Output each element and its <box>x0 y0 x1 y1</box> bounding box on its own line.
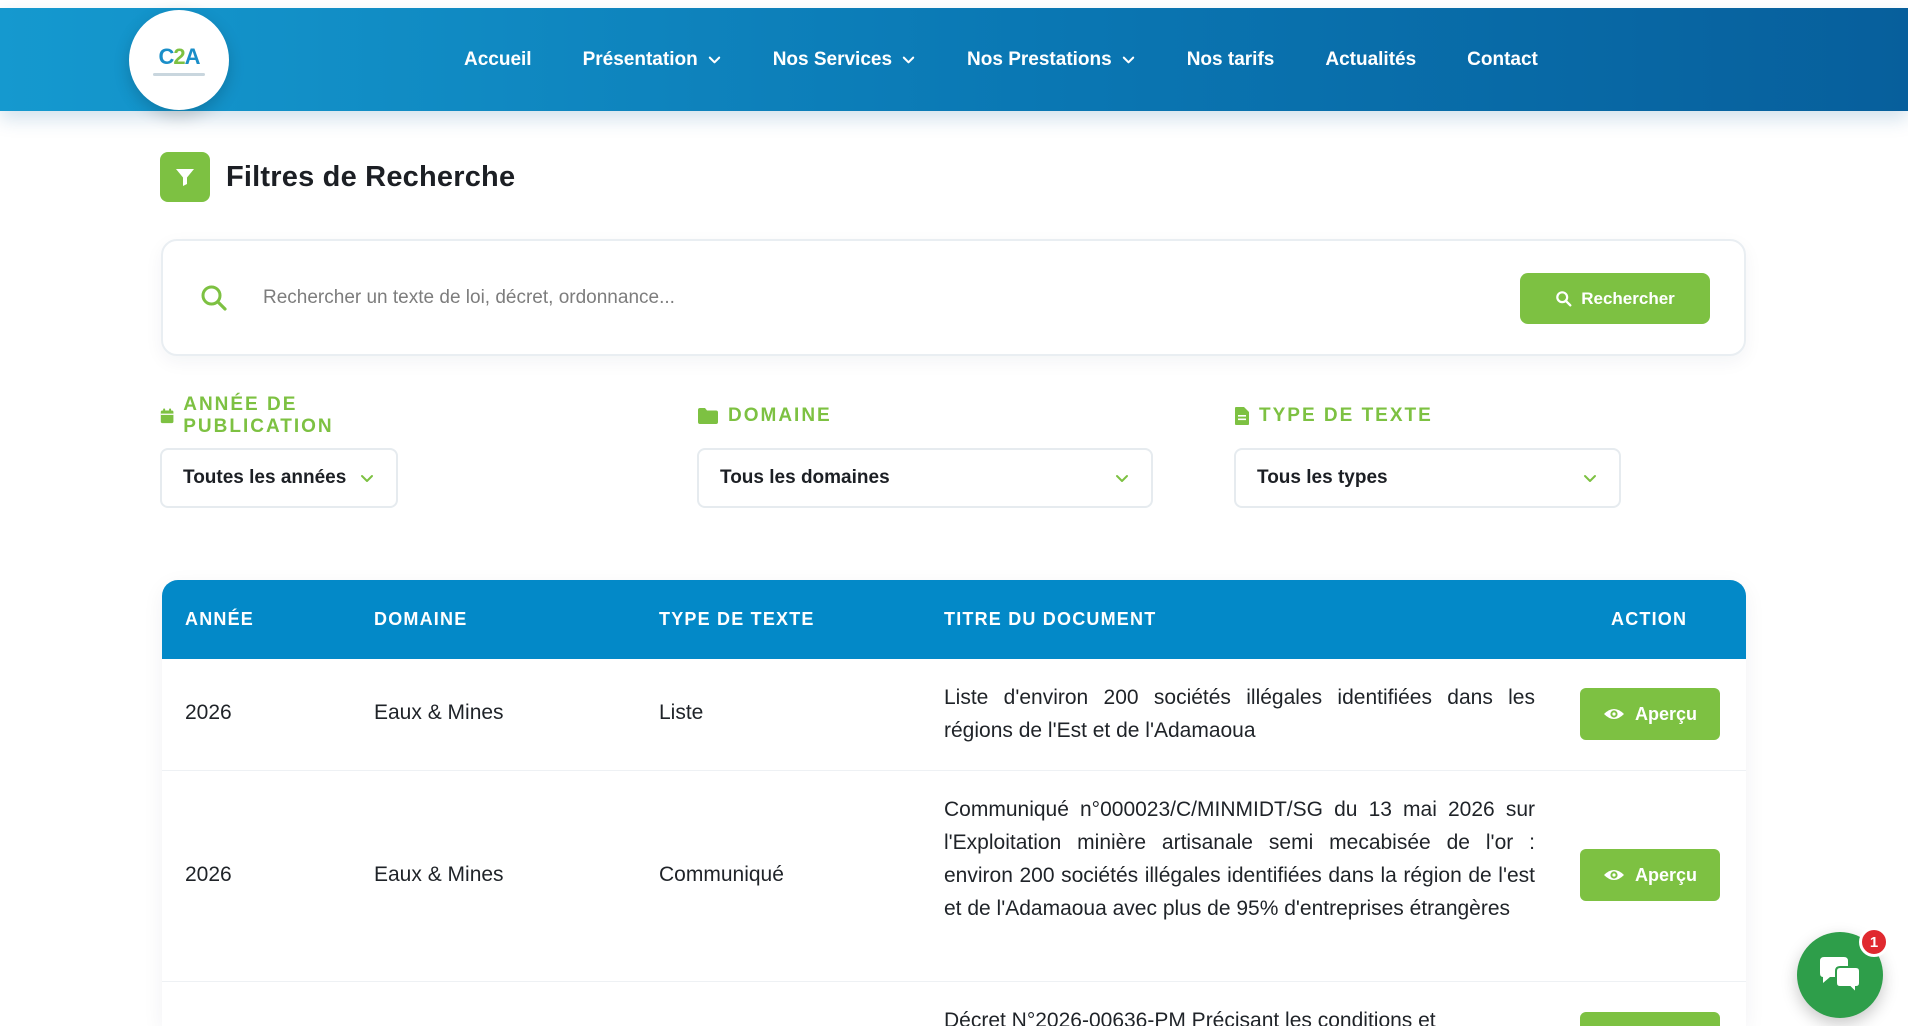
type-filter-label: TYPE DE TEXTE <box>1234 404 1621 428</box>
nav-item-label: Nos tarifs <box>1186 48 1275 70</box>
search-panel: Rechercher <box>161 239 1746 356</box>
table-row: 2026 Eaux & Mines Communiqué Communiqué … <box>162 771 1746 982</box>
cell-type: Liste <box>659 701 704 724</box>
type-filter: TYPE DE TEXTE Tous les types <box>1234 404 1621 508</box>
header-action: ACTION <box>1611 609 1688 629</box>
filter-icon <box>160 152 210 202</box>
cell-type: Communiqué <box>659 863 784 886</box>
nav-item-label: Actualités <box>1325 48 1417 70</box>
header-domain[interactable]: DOMAINE <box>374 609 467 630</box>
apercu-button[interactable]: Aperçu <box>1580 1012 1720 1026</box>
chevron-down-icon <box>1122 56 1134 64</box>
apercu-label: Aperçu <box>1634 703 1697 724</box>
eye-icon <box>1603 709 1624 719</box>
chat-bubbles-icon <box>1820 957 1861 995</box>
logo-tagline <box>153 73 205 76</box>
search-icon <box>1556 291 1572 307</box>
nav-item-label: Nos Prestations <box>967 48 1112 70</box>
cell-year: 2026 <box>185 701 232 724</box>
cell-title: Décret N°2026-00636-PM Précisant les con… <box>944 1009 1436 1026</box>
header-year[interactable]: ANNÉE <box>185 609 254 630</box>
nav-item-label: Présentation <box>582 48 698 70</box>
header-title[interactable]: TITRE DU DOCUMENT <box>944 609 1156 630</box>
year-select[interactable]: Toutes les années <box>160 448 398 508</box>
year-filter-label: ANNÉE DE PUBLICATION <box>160 394 398 437</box>
year-filter: ANNÉE DE PUBLICATION Toutes les années <box>160 394 398 508</box>
main-nav: Accueil Présentation Nos Services Nos Pr… <box>464 8 1589 111</box>
type-select-value: Tous les types <box>1257 467 1388 488</box>
cell-title: Communiqué n°000023/C/MINMIDT/SG du 13 m… <box>944 798 1535 920</box>
table-row: Décret N°2026-00636-PM Précisant les con… <box>162 982 1746 1026</box>
logo-mark: C2A <box>158 44 200 69</box>
search-button[interactable]: Rechercher <box>1520 273 1710 324</box>
header-type[interactable]: TYPE DE TEXTE <box>659 609 815 630</box>
domain-select-value: Tous les domaines <box>720 467 890 488</box>
eye-icon <box>1603 870 1624 880</box>
type-select[interactable]: Tous les types <box>1234 448 1621 508</box>
nav-item-label: Nos Services <box>772 48 893 70</box>
nav-item-tarifs[interactable]: Nos tarifs <box>1187 49 1275 71</box>
type-filter-text: TYPE DE TEXTE <box>1259 405 1433 426</box>
domain-select[interactable]: Tous les domaines <box>697 448 1153 508</box>
cell-title: Liste d'environ 200 sociétés illégales i… <box>944 686 1535 742</box>
nav-item-presentation[interactable]: Présentation <box>583 49 722 71</box>
documents-table: ANNÉE DOMAINE TYPE DE TEXTE TITRE DU DOC… <box>162 580 1746 1026</box>
table-header: ANNÉE DOMAINE TYPE DE TEXTE TITRE DU DOC… <box>162 580 1746 659</box>
cell-domain: Eaux & Mines <box>374 863 504 886</box>
domain-filter-label: DOMAINE <box>697 404 1153 428</box>
nav-item-contact[interactable]: Contact <box>1467 49 1538 71</box>
table-row: 2026 Eaux & Mines Liste Liste d'environ … <box>162 659 1746 771</box>
nav-item-actualites[interactable]: Actualités <box>1325 49 1416 71</box>
cell-year: 2026 <box>185 863 232 886</box>
chevron-down-icon <box>361 475 373 482</box>
apercu-label: Aperçu <box>1634 864 1697 885</box>
nav-item-label: Accueil <box>464 48 532 70</box>
notification-badge: 1 <box>1859 927 1889 957</box>
year-filter-text: ANNÉE DE PUBLICATION <box>183 394 334 437</box>
chevron-down-icon <box>902 56 915 64</box>
domain-filter-text: DOMAINE <box>728 405 832 426</box>
file-icon <box>1235 407 1249 425</box>
cell-domain: Eaux & Mines <box>374 701 504 724</box>
chevron-down-icon <box>708 56 720 64</box>
site-logo[interactable]: C2A <box>129 10 229 110</box>
folder-icon <box>698 408 718 424</box>
chevron-down-icon <box>1584 475 1596 482</box>
nav-item-services[interactable]: Nos Services <box>773 49 916 71</box>
nav-item-accueil[interactable]: Accueil <box>464 49 532 71</box>
domain-filter: DOMAINE Tous les domaines <box>697 404 1153 508</box>
apercu-button[interactable]: Aperçu <box>1580 849 1720 901</box>
filters-heading: Filtres de Recherche <box>160 152 515 202</box>
top-strip <box>0 0 1908 8</box>
search-icon <box>201 285 227 311</box>
nav-item-label: Contact <box>1467 48 1538 70</box>
calendar-icon <box>160 408 174 424</box>
site-header: Accueil Présentation Nos Services Nos Pr… <box>0 8 1908 111</box>
chevron-down-icon <box>1116 475 1128 482</box>
search-button-label: Rechercher <box>1581 288 1675 308</box>
apercu-button[interactable]: Aperçu <box>1580 688 1720 740</box>
year-select-value: Toutes les années <box>183 467 347 488</box>
page-title: Filtres de Recherche <box>226 160 516 193</box>
nav-item-prestations[interactable]: Nos Prestations <box>967 49 1136 71</box>
search-input[interactable] <box>263 273 1363 323</box>
